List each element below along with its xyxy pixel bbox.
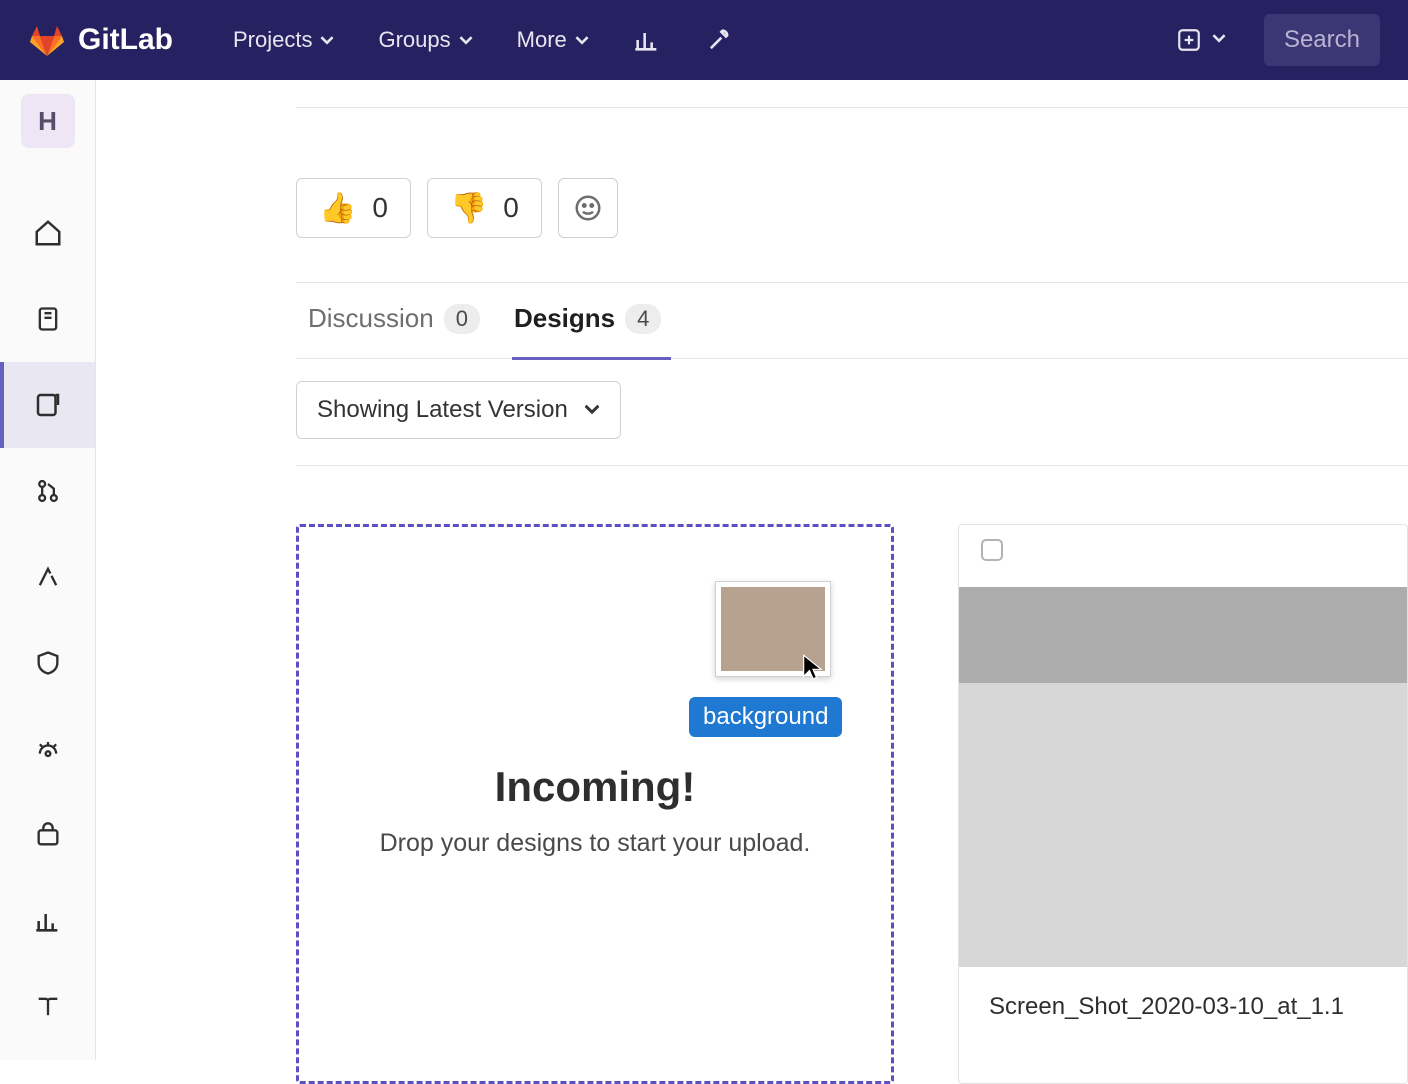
chevron-down-icon [584, 396, 600, 424]
design-dropzone[interactable]: background Incoming! Drop your designs t… [296, 524, 894, 1084]
version-dropdown-label: Showing Latest Version [317, 396, 568, 424]
main-content: 👍 0 👎 0 Discussion 0 Designs 4 Showi [96, 80, 1408, 1060]
reaction-thumbs-down[interactable]: 👎 0 [427, 178, 542, 238]
activity-icon[interactable] [633, 26, 661, 54]
nav-groups-label: Groups [378, 27, 450, 53]
chevron-down-icon [1212, 31, 1226, 50]
admin-wrench-icon[interactable] [705, 26, 733, 54]
sidebar-item-issues[interactable] [0, 362, 95, 448]
nav-projects-label: Projects [233, 27, 312, 53]
chevron-down-icon [459, 27, 473, 53]
thumbs-up-icon: 👍 [319, 191, 356, 226]
thumbs-up-count: 0 [372, 192, 388, 224]
tab-designs-count: 4 [625, 304, 661, 334]
design-thumbnail [959, 587, 1407, 967]
sidebar-item-wiki[interactable] [0, 964, 95, 1050]
tab-discussion-label: Discussion [308, 303, 434, 334]
brand-logo[interactable]: GitLab [28, 22, 173, 58]
thumbs-down-icon: 👎 [450, 191, 487, 226]
gitlab-logo-icon [28, 22, 66, 58]
left-sidebar: H [0, 80, 96, 1060]
sidebar-item-merge-requests[interactable] [0, 448, 95, 534]
sidebar-item-repository[interactable] [0, 276, 95, 362]
thumbs-down-count: 0 [503, 192, 519, 224]
design-filename: Screen_Shot_2020-03-10_at_1.1 [959, 967, 1407, 1021]
project-avatar[interactable]: H [21, 94, 75, 148]
chevron-down-icon [575, 27, 589, 53]
add-reaction-button[interactable] [558, 178, 618, 238]
brand-name: GitLab [78, 23, 173, 57]
top-nav-items: Projects Groups More [233, 26, 733, 54]
version-dropdown[interactable]: Showing Latest Version [296, 381, 621, 439]
cursor-icon [801, 653, 825, 686]
sidebar-item-project-home[interactable] [0, 190, 95, 276]
reaction-thumbs-up[interactable]: 👍 0 [296, 178, 411, 238]
issue-tabs: Discussion 0 Designs 4 [296, 282, 1408, 359]
nav-more[interactable]: More [517, 27, 589, 53]
search-input[interactable]: Search [1264, 14, 1380, 66]
top-navbar: GitLab Projects Groups More [0, 0, 1408, 80]
nav-groups[interactable]: Groups [378, 27, 472, 53]
chevron-down-icon [320, 27, 334, 53]
sidebar-item-security[interactable] [0, 620, 95, 706]
design-card[interactable]: Screen_Shot_2020-03-10_at_1.1 [958, 524, 1408, 1084]
tab-designs[interactable]: Designs 4 [514, 303, 661, 338]
design-card-header [959, 525, 1407, 587]
sidebar-item-operations[interactable] [0, 706, 95, 792]
design-version-row: Showing Latest Version [296, 381, 1408, 466]
tab-designs-label: Designs [514, 303, 615, 334]
designs-area: background Incoming! Drop your designs t… [296, 524, 1408, 1084]
design-select-checkbox[interactable] [981, 539, 1003, 561]
dropzone-title: Incoming! [495, 763, 696, 811]
sidebar-item-packages[interactable] [0, 792, 95, 878]
smiley-icon [573, 193, 603, 223]
new-menu-button[interactable] [1176, 27, 1226, 53]
plus-square-icon [1176, 27, 1202, 53]
reaction-bar: 👍 0 👎 0 [296, 178, 1408, 238]
tab-discussion[interactable]: Discussion 0 [308, 303, 480, 338]
sidebar-item-analytics[interactable] [0, 878, 95, 964]
tab-discussion-count: 0 [444, 304, 480, 334]
dragging-file-label: background [689, 697, 842, 737]
dropzone-subtitle: Drop your designs to start your upload. [380, 829, 811, 858]
search-placeholder: Search [1284, 26, 1360, 54]
sidebar-item-ci-cd[interactable] [0, 534, 95, 620]
nav-more-label: More [517, 27, 567, 53]
collapsed-section-divider [296, 86, 1408, 108]
nav-projects[interactable]: Projects [233, 27, 334, 53]
